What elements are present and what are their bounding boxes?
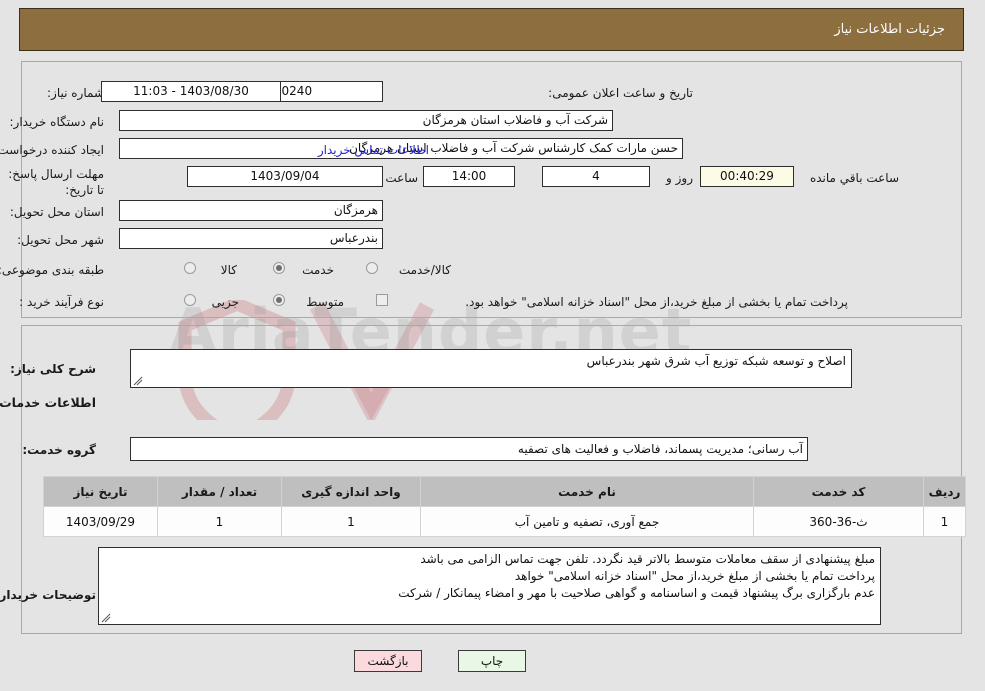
radio-subject-kala-khedmat[interactable] bbox=[367, 262, 379, 274]
delivery-province-value: هرمزگان bbox=[120, 200, 384, 221]
print-button[interactable]: چاپ bbox=[459, 650, 527, 672]
purchase-process-label: نوع فرآیند خرید : bbox=[20, 295, 105, 309]
deadline-label: مهلت ارسال پاسخ: تا تاریخ: bbox=[9, 167, 105, 197]
services-table: ردیف کد خدمت نام خدمت واحد اندازه گیری ت… bbox=[44, 476, 967, 537]
col-measure-unit: واحد اندازه گیری bbox=[282, 476, 422, 507]
deadline-countdown-timer: 00:40:29 bbox=[701, 166, 795, 187]
deadline-days-value: 4 bbox=[543, 166, 651, 187]
cell-quantity: 1 bbox=[158, 506, 283, 537]
deadline-hour-value: 14:00 bbox=[424, 166, 516, 187]
service-group-value: آب رسانی؛ مدیریت پسماند، فاضلاب و فعالیت… bbox=[131, 437, 809, 461]
buyer-notes-textarea[interactable]: مبلغ پیشنهادی از سقف معاملات متوسط بالات… bbox=[99, 547, 882, 625]
announce-datetime-label: تاریخ و ساعت اعلان عمومی: bbox=[549, 86, 694, 100]
cell-radif: 1 bbox=[924, 506, 967, 537]
checkbox-treasury-documents[interactable] bbox=[377, 294, 389, 306]
cell-service-code: ث-36-360 bbox=[754, 506, 925, 537]
buyer-notes-label: توضیحات خریدار: bbox=[0, 588, 97, 602]
buyer-notes-line-2: پرداخت تمام یا بخشی از مبلغ خرید،از محل … bbox=[515, 569, 876, 583]
request-creator-label: ایجاد کننده درخواست: bbox=[0, 143, 105, 157]
buyer-contact-link[interactable]: اطلاعات تماس خریدار bbox=[319, 143, 430, 157]
radio-subject-khedmat[interactable] bbox=[274, 262, 286, 274]
page-title: جزئیات اطلاعات نیاز bbox=[835, 22, 946, 37]
cell-service-name: جمع آوری، تصفیه و تامین آب bbox=[421, 506, 755, 537]
col-need-date: تاریخ نیاز bbox=[44, 476, 159, 507]
radio-process-motevaset[interactable] bbox=[274, 294, 286, 306]
deadline-date-value: 1403/09/04 bbox=[188, 166, 384, 187]
deadline-remaining-label: ساعت باقي مانده bbox=[810, 171, 900, 185]
buyer-notes-line-3: عدم بارگزاری برگ پیشنهاد قیمت و اساسنامه… bbox=[399, 586, 876, 600]
cell-need-date: 1403/09/29 bbox=[44, 506, 159, 537]
col-quantity: تعداد / مقدار bbox=[158, 476, 283, 507]
need-number-label: شماره نیاز: bbox=[48, 86, 105, 100]
resize-grip-icon[interactable] bbox=[102, 613, 112, 623]
col-service-name: نام خدمت bbox=[421, 476, 755, 507]
delivery-city-value: بندرعباس bbox=[120, 228, 384, 249]
col-service-code: کد خدمت bbox=[754, 476, 925, 507]
deadline-days-label: روز و bbox=[667, 171, 694, 185]
radio-subject-kala[interactable] bbox=[185, 262, 197, 274]
resize-grip-icon[interactable] bbox=[134, 376, 144, 386]
table-row: 1 ث-36-360 جمع آوری، تصفیه و تامین آب 1 … bbox=[44, 506, 967, 537]
subject-category-label: طبقه بندی موضوعی: bbox=[0, 263, 105, 277]
table-header-row: ردیف کد خدمت نام خدمت واحد اندازه گیری ت… bbox=[44, 476, 967, 507]
radio-process-jozii-label: جزیی bbox=[212, 295, 240, 309]
services-heading: اطلاعات خدمات مورد نیاز bbox=[0, 395, 97, 410]
radio-subject-khedmat-label: خدمت bbox=[303, 263, 335, 277]
cell-measure-unit: 1 bbox=[282, 506, 422, 537]
page-header-bar: جزئیات اطلاعات نیاز bbox=[20, 8, 965, 51]
delivery-province-label: استان محل تحویل: bbox=[10, 205, 105, 219]
buyer-org-value: شرکت آب و فاضلاب استان هرمزگان bbox=[120, 110, 614, 131]
general-description-textarea[interactable]: اصلاح و توسعه شبکه توزیع آب شرق شهر بندر… bbox=[131, 349, 853, 388]
radio-subject-kala-label: کالا bbox=[221, 263, 238, 277]
announce-datetime-value: 1403/08/30 - 11:03 bbox=[102, 81, 282, 102]
radio-process-motevaset-label: متوسط bbox=[307, 295, 345, 309]
general-description-label: شرح کلی نیاز: bbox=[11, 362, 97, 376]
buyer-org-label: نام دستگاه خریدار: bbox=[10, 115, 106, 129]
checkbox-treasury-documents-label: پرداخت تمام یا بخشی از مبلغ خرید،از محل … bbox=[466, 295, 849, 309]
general-description-value: اصلاح و توسعه شبکه توزیع آب شرق شهر بندر… bbox=[587, 354, 847, 368]
radio-subject-kala-khedmat-label: کالا/خدمت bbox=[399, 263, 452, 277]
back-button[interactable]: بازگشت bbox=[355, 650, 423, 672]
col-radif: ردیف bbox=[924, 476, 967, 507]
delivery-city-label: شهر محل تحویل: bbox=[18, 233, 105, 247]
deadline-hour-label: ساعت bbox=[386, 171, 419, 185]
service-group-label: گروه خدمت: bbox=[23, 443, 97, 457]
radio-process-jozii[interactable] bbox=[185, 294, 197, 306]
buyer-notes-line-1: مبلغ پیشنهادی از سقف معاملات متوسط بالات… bbox=[421, 552, 876, 566]
